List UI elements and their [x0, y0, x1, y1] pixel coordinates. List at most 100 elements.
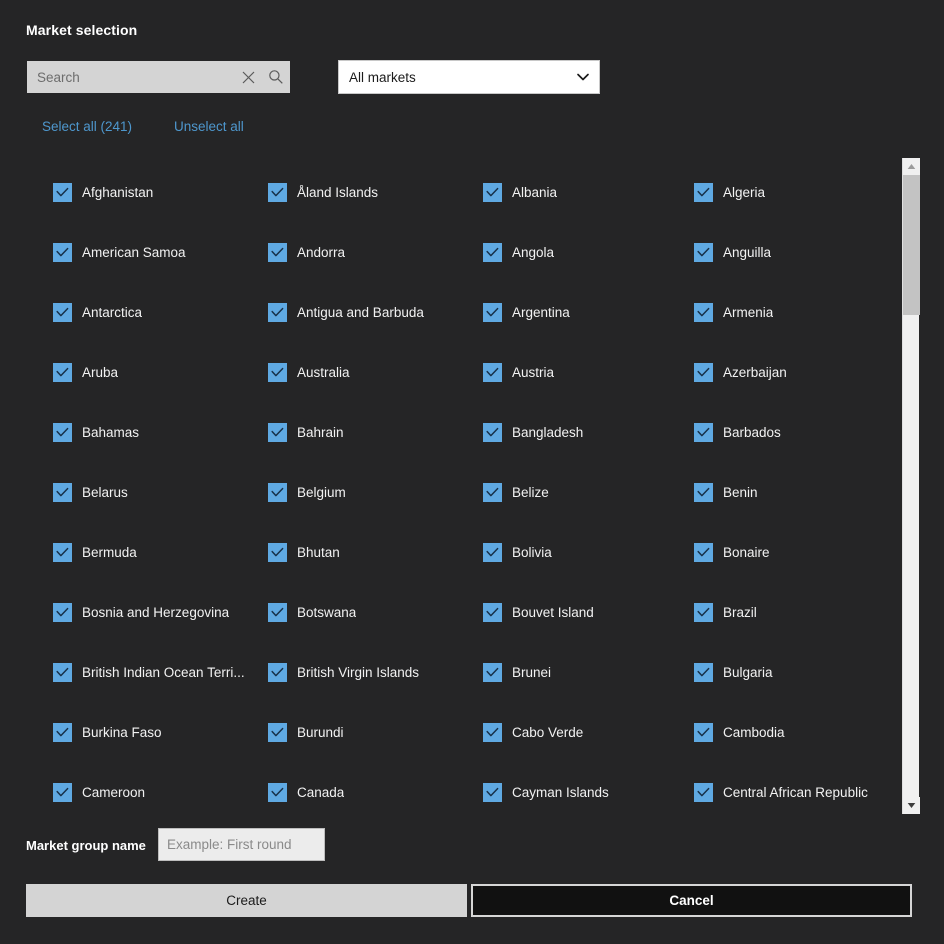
market-list-item[interactable]: Angola	[483, 239, 688, 265]
market-list-item[interactable]: Bulgaria	[694, 659, 893, 685]
checkbox-checked-icon[interactable]	[483, 303, 502, 322]
checkbox-checked-icon[interactable]	[268, 663, 287, 682]
checkbox-checked-icon[interactable]	[694, 303, 713, 322]
market-list-item[interactable]: Bonaire	[694, 539, 893, 565]
market-list-item[interactable]: Botswana	[268, 599, 473, 625]
market-list-item[interactable]: British Indian Ocean Terri...	[53, 659, 258, 685]
checkbox-checked-icon[interactable]	[694, 543, 713, 562]
search-box[interactable]	[27, 61, 290, 93]
checkbox-checked-icon[interactable]	[483, 183, 502, 202]
market-filter-select[interactable]: All markets	[338, 60, 600, 94]
checkbox-checked-icon[interactable]	[53, 243, 72, 262]
checkbox-checked-icon[interactable]	[268, 783, 287, 802]
market-group-name-input[interactable]	[158, 828, 325, 861]
market-list-item[interactable]: Armenia	[694, 299, 893, 325]
market-list-item[interactable]: Cameroon	[53, 779, 258, 805]
market-list-item[interactable]: Aruba	[53, 359, 258, 385]
unselect-all-link[interactable]: Unselect all	[174, 119, 244, 134]
checkbox-checked-icon[interactable]	[268, 483, 287, 502]
checkbox-checked-icon[interactable]	[694, 363, 713, 382]
market-list-item[interactable]: Burkina Faso	[53, 719, 258, 745]
market-list-item[interactable]: British Virgin Islands	[268, 659, 473, 685]
checkbox-checked-icon[interactable]	[694, 183, 713, 202]
market-list-item[interactable]: Benin	[694, 479, 893, 505]
scrollbar-thumb[interactable]	[903, 175, 920, 315]
checkbox-checked-icon[interactable]	[694, 483, 713, 502]
checkbox-checked-icon[interactable]	[483, 543, 502, 562]
market-list-item[interactable]: American Samoa	[53, 239, 258, 265]
checkbox-checked-icon[interactable]	[53, 483, 72, 502]
triangle-down-icon[interactable]	[903, 797, 920, 814]
market-list-item[interactable]: Afghanistan	[53, 179, 258, 205]
search-input[interactable]	[27, 61, 234, 93]
checkbox-checked-icon[interactable]	[268, 303, 287, 322]
checkbox-checked-icon[interactable]	[268, 363, 287, 382]
checkbox-checked-icon[interactable]	[268, 543, 287, 562]
create-button[interactable]: Create	[26, 884, 467, 917]
triangle-up-icon[interactable]	[903, 158, 920, 175]
checkbox-checked-icon[interactable]	[53, 183, 72, 202]
market-list-scrollbar[interactable]	[902, 158, 919, 814]
checkbox-checked-icon[interactable]	[483, 663, 502, 682]
checkbox-checked-icon[interactable]	[53, 603, 72, 622]
checkbox-checked-icon[interactable]	[694, 243, 713, 262]
checkbox-checked-icon[interactable]	[53, 663, 72, 682]
checkbox-checked-icon[interactable]	[268, 723, 287, 742]
market-list-item[interactable]: Andorra	[268, 239, 473, 265]
market-list-item[interactable]: Bahamas	[53, 419, 258, 445]
checkbox-checked-icon[interactable]	[483, 243, 502, 262]
market-list-item[interactable]: Bouvet Island	[483, 599, 688, 625]
market-list-item[interactable]: Canada	[268, 779, 473, 805]
market-list-item[interactable]: Antarctica	[53, 299, 258, 325]
checkbox-checked-icon[interactable]	[268, 243, 287, 262]
market-list-item[interactable]: Anguilla	[694, 239, 893, 265]
market-list-item[interactable]: Belarus	[53, 479, 258, 505]
market-list-item[interactable]: Belgium	[268, 479, 473, 505]
market-list-item[interactable]: Brazil	[694, 599, 893, 625]
checkbox-checked-icon[interactable]	[694, 723, 713, 742]
market-list-item[interactable]: Bangladesh	[483, 419, 688, 445]
cancel-button[interactable]: Cancel	[471, 884, 912, 917]
checkbox-checked-icon[interactable]	[268, 423, 287, 442]
market-list-item[interactable]: Bhutan	[268, 539, 473, 565]
market-list-item[interactable]: Central African Republic	[694, 779, 893, 805]
checkbox-checked-icon[interactable]	[53, 783, 72, 802]
checkbox-checked-icon[interactable]	[483, 723, 502, 742]
market-list-item[interactable]: Argentina	[483, 299, 688, 325]
checkbox-checked-icon[interactable]	[53, 723, 72, 742]
market-list-item[interactable]: Antigua and Barbuda	[268, 299, 473, 325]
checkbox-checked-icon[interactable]	[53, 543, 72, 562]
market-list-item[interactable]: Barbados	[694, 419, 893, 445]
market-list-item[interactable]: Bermuda	[53, 539, 258, 565]
checkbox-checked-icon[interactable]	[483, 363, 502, 382]
checkbox-checked-icon[interactable]	[483, 423, 502, 442]
market-list-item[interactable]: Cambodia	[694, 719, 893, 745]
market-list-item[interactable]: Austria	[483, 359, 688, 385]
market-list-item[interactable]: Algeria	[694, 179, 893, 205]
checkbox-checked-icon[interactable]	[694, 603, 713, 622]
checkbox-checked-icon[interactable]	[53, 423, 72, 442]
checkbox-checked-icon[interactable]	[53, 363, 72, 382]
market-list-item[interactable]: Bahrain	[268, 419, 473, 445]
checkbox-checked-icon[interactable]	[268, 183, 287, 202]
checkbox-checked-icon[interactable]	[268, 603, 287, 622]
checkbox-checked-icon[interactable]	[694, 423, 713, 442]
search-icon[interactable]	[262, 61, 290, 93]
close-icon[interactable]	[234, 61, 262, 93]
market-list-item[interactable]: Australia	[268, 359, 473, 385]
checkbox-checked-icon[interactable]	[694, 663, 713, 682]
market-list-item[interactable]: Bosnia and Herzegovina	[53, 599, 258, 625]
select-all-link[interactable]: Select all (241)	[42, 119, 132, 134]
market-list-item[interactable]: Brunei	[483, 659, 688, 685]
market-list-item[interactable]: Cayman Islands	[483, 779, 688, 805]
market-list-item[interactable]: Albania	[483, 179, 688, 205]
checkbox-checked-icon[interactable]	[483, 603, 502, 622]
market-list-item[interactable]: Cabo Verde	[483, 719, 688, 745]
checkbox-checked-icon[interactable]	[483, 783, 502, 802]
market-list-item[interactable]: Åland Islands	[268, 179, 473, 205]
market-list-item[interactable]: Azerbaijan	[694, 359, 893, 385]
checkbox-checked-icon[interactable]	[483, 483, 502, 502]
market-list-item[interactable]: Belize	[483, 479, 688, 505]
market-list-item[interactable]: Burundi	[268, 719, 473, 745]
market-list-item[interactable]: Bolivia	[483, 539, 688, 565]
